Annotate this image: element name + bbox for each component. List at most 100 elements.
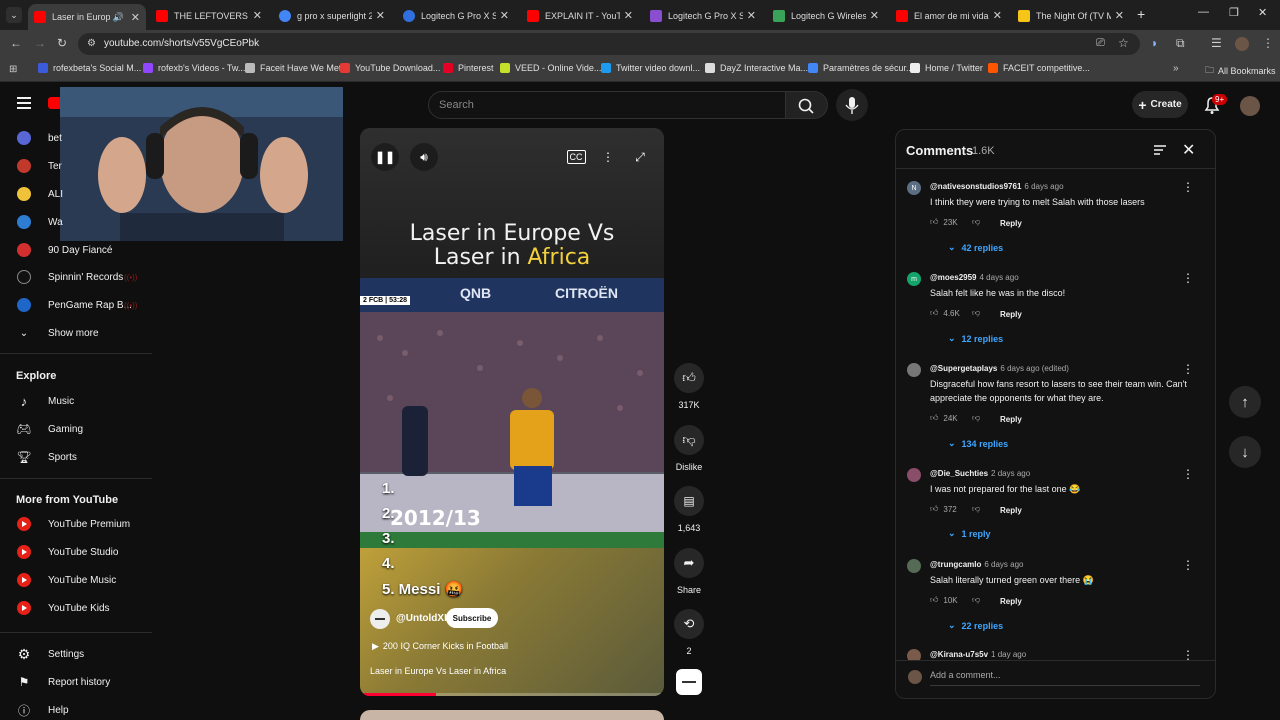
playlist-link[interactable]: ▶ 200 IQ Corner Kicks in Football (372, 641, 508, 652)
sidebar-subscription[interactable]: ALI (16, 184, 63, 204)
browser-tab[interactable]: EXPLAIN IT - YouTub ✕ (521, 3, 639, 28)
bookmark-item[interactable]: Twitter video downl... (601, 63, 700, 73)
comment-like-button[interactable]: 👍︎ 23K (930, 217, 958, 227)
install-app-icon[interactable]: ⎚ (1096, 37, 1105, 50)
volume-button[interactable]: 🔊︎ (410, 143, 438, 171)
sidebar-subscription[interactable]: PenGame Rap B... (16, 295, 132, 315)
profile-avatar[interactable] (1235, 37, 1249, 51)
captions-button[interactable]: CC (562, 143, 590, 171)
like-button[interactable]: 👍︎ (674, 363, 704, 393)
comment-dislike-button[interactable]: 👎︎ (972, 308, 980, 318)
sidebar-item-report-history[interactable]: ⚑ Report history (16, 672, 111, 692)
sidebar-item-youtube-music[interactable]: YouTube Music (16, 570, 116, 590)
browser-tab[interactable]: El amor de mi vida m ✕ (890, 3, 1008, 28)
hamburger-menu-icon[interactable] (17, 97, 31, 109)
bookmark-item[interactable]: DayZ Interactive Ma... (705, 63, 808, 73)
comment-dislike-button[interactable]: 👎︎ (972, 217, 980, 227)
comment-reply-button[interactable]: Reply (1000, 310, 1022, 319)
speaker-icon[interactable]: 🔊 (113, 12, 124, 23)
sidebar-subscription[interactable]: Ter (16, 156, 62, 176)
comment-author[interactable]: @nativesonstudios9761 6 days ago (930, 182, 1064, 191)
pause-button[interactable]: ❚❚ (371, 143, 399, 171)
apps-grid-icon[interactable]: ⊞ (9, 64, 17, 75)
comment-dislike-button[interactable]: 👎︎ (972, 595, 980, 605)
comment-dislike-button[interactable]: 👎︎ (972, 504, 980, 514)
view-replies-button[interactable]: ⌄ 12 replies (948, 333, 1003, 344)
bookmark-item[interactable]: Paramètres de sécur... (808, 63, 914, 73)
extensions-icon[interactable]: ⧉ (1176, 36, 1185, 50)
sidebar-item-music[interactable]: ♪ Music (16, 391, 74, 411)
comment-avatar[interactable] (907, 649, 921, 660)
comment-author[interactable]: @moes2959 4 days ago (930, 273, 1019, 282)
tab-close-icon[interactable]: ✕ (747, 9, 756, 22)
view-replies-button[interactable]: ⌄ 22 replies (948, 620, 1003, 631)
comments-button[interactable]: ▤ (674, 486, 704, 516)
sidebar-subscription[interactable]: Spinnin' Records (16, 267, 123, 287)
comment-avatar[interactable] (907, 468, 921, 482)
comment-menu-icon[interactable]: ⋮ (1182, 648, 1194, 660)
all-bookmarks-button[interactable]: 🗀 All Bookmarks (1205, 63, 1276, 79)
show-more-button[interactable]: ⌄ Show more (16, 323, 99, 343)
comment-menu-icon[interactable]: ⋮ (1182, 180, 1194, 194)
bookmark-item[interactable]: rofexbeta's Social M... (38, 63, 141, 73)
comment-reply-button[interactable]: Reply (1000, 597, 1022, 606)
sidebar-item-youtube-kids[interactable]: YouTube Kids (16, 598, 110, 618)
more-options-button[interactable]: ⋮ (594, 143, 622, 171)
view-replies-button[interactable]: ⌄ 42 replies (948, 242, 1003, 253)
comment-author[interactable]: @trungcamlo 6 days ago (930, 560, 1024, 569)
bookmark-star-icon[interactable]: ☆ (1118, 36, 1129, 50)
window-close-icon[interactable]: ✕ (1258, 6, 1267, 19)
sort-comments-button[interactable] (1152, 142, 1168, 158)
previous-short-button[interactable]: ↑ (1229, 386, 1261, 418)
next-short-button[interactable]: ↓ (1229, 436, 1261, 468)
bookmark-item[interactable]: YouTube Download... (340, 63, 440, 73)
comment-like-button[interactable]: 👍︎ 10K (930, 595, 958, 605)
playback-progress-bar[interactable] (360, 693, 664, 696)
tab-close-icon[interactable]: ✕ (376, 9, 385, 22)
comment-reply-button[interactable]: Reply (1000, 415, 1022, 424)
short-video-player[interactable]: ❚❚ 🔊︎ CC ⋮ ⤢ Laser in Europe Vs Laser in… (360, 128, 664, 696)
view-replies-button[interactable]: ⌄ 134 replies (948, 438, 1008, 449)
comment-reply-button[interactable]: Reply (1000, 219, 1022, 228)
tab-close-icon[interactable]: ✕ (624, 9, 633, 22)
comment-menu-icon[interactable]: ⋮ (1182, 362, 1194, 376)
browser-tab[interactable]: Logitech G Pro X Sup ✕ (644, 3, 762, 28)
tab-close-icon[interactable]: ✕ (993, 9, 1002, 22)
bookmark-item[interactable]: Home / Twitter (910, 63, 983, 73)
restore-icon[interactable]: ❐ (1229, 6, 1239, 19)
close-comments-icon[interactable]: ✕ (1182, 140, 1195, 160)
sidebar-item-sports[interactable]: 🏆︎ Sports (16, 447, 77, 467)
address-bar[interactable]: ⚙ youtube.com/shorts/v55VgCEoPbk ⎚ ☆ (78, 33, 1140, 55)
browser-menu-icon[interactable]: ⋮ (1262, 36, 1274, 50)
comment-menu-icon[interactable]: ⋮ (1182, 558, 1194, 572)
add-comment-input[interactable]: Add a comment... (930, 670, 1001, 680)
search-button[interactable] (786, 91, 828, 119)
voice-search-button[interactable] (836, 89, 868, 121)
forward-icon[interactable]: → (34, 36, 46, 50)
tab-search-button[interactable]: ⌄ (6, 7, 22, 23)
sidebar-item-youtube-studio[interactable]: YouTube Studio (16, 542, 118, 562)
comment-menu-icon[interactable]: ⋮ (1182, 271, 1194, 285)
reload-icon[interactable]: ↻ (57, 36, 67, 50)
tab-close-icon[interactable]: ✕ (870, 9, 879, 22)
remix-button[interactable]: ⟲ (674, 609, 704, 639)
tab-close-icon[interactable]: ✕ (253, 9, 262, 22)
tab-close-icon[interactable]: ✕ (131, 11, 140, 24)
bookmark-item[interactable]: FACEIT competitive... (988, 63, 1090, 73)
minimize-icon[interactable]: — (1198, 6, 1209, 18)
comment-reply-button[interactable]: Reply (1000, 506, 1022, 515)
comment-author[interactable]: @Die_Suchties 2 days ago (930, 469, 1030, 478)
browser-tab[interactable]: Logitech G Wireless ✕ (767, 3, 885, 28)
comment-avatar[interactable]: N (907, 181, 921, 195)
comment-dislike-button[interactable]: 👎︎ (972, 413, 980, 423)
search-input[interactable]: Search (428, 91, 786, 119)
bookmark-item[interactable]: Pinterest (443, 63, 494, 73)
comment-menu-icon[interactable]: ⋮ (1182, 467, 1194, 481)
browser-tab[interactable]: g pro x superlight 2 r ✕ (273, 3, 391, 28)
comment-like-button[interactable]: 👍︎ 4.6K (930, 308, 960, 318)
bookmark-item[interactable]: Faceit Have We Met (245, 63, 341, 73)
browser-tab[interactable]: The Night Of (TV Min ✕ (1012, 3, 1130, 28)
dislike-button[interactable]: 👎︎ (674, 425, 704, 455)
sidebar-item-settings[interactable]: ⚙ Settings (16, 644, 84, 664)
comment-author[interactable]: @Kirana-u7s5v 1 day ago (930, 650, 1026, 659)
